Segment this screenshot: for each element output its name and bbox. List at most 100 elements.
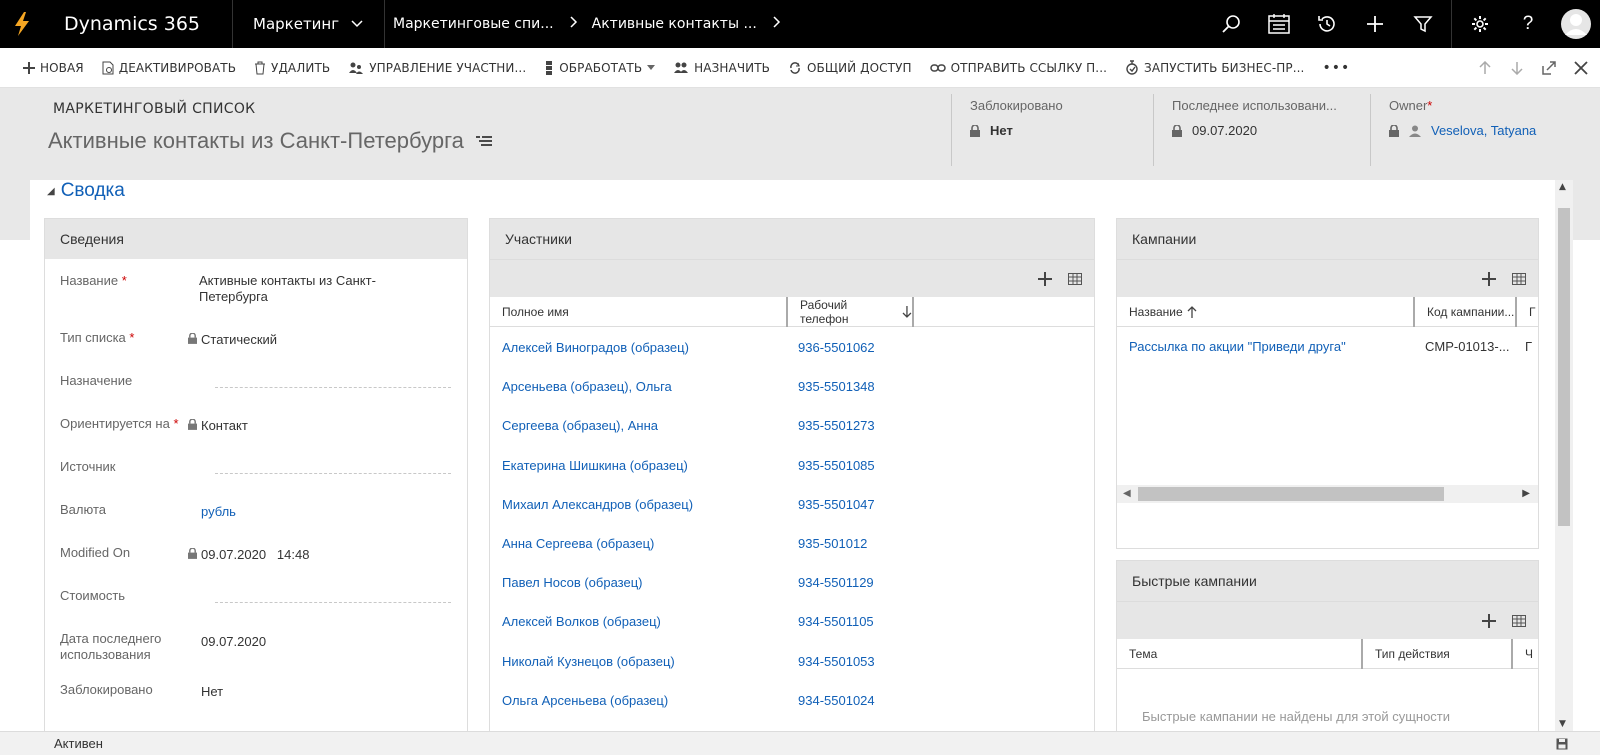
- quick-create-plus-icon[interactable]: [1351, 0, 1399, 48]
- column-subject[interactable]: Тема: [1117, 638, 1363, 669]
- form-selector-menu-icon[interactable]: [475, 135, 492, 147]
- scroll-right-arrow-icon[interactable]: ▶: [1522, 488, 1530, 499]
- manage-members-button[interactable]: УПРАВЛЕНИЕ УЧАСТНИ...: [339, 48, 535, 88]
- scroll-down-arrow-icon[interactable]: ▼: [1559, 719, 1566, 729]
- field-purpose[interactable]: Назначение: [45, 373, 467, 416]
- member-name-link[interactable]: Арсеньева (образец), Ольга: [490, 379, 786, 394]
- table-row[interactable]: Алексей Виноградов (образец) 936-5501062: [490, 328, 1094, 367]
- module-selector[interactable]: Маркетинг: [233, 0, 385, 48]
- next-record-down-icon[interactable]: [1502, 48, 1532, 88]
- recent-history-icon[interactable]: [1303, 0, 1351, 48]
- new-button[interactable]: НОВАЯ: [14, 48, 93, 88]
- advanced-find-filter-icon[interactable]: [1399, 0, 1447, 48]
- member-phone-link[interactable]: 935-5501085: [786, 458, 875, 473]
- currency-link[interactable]: рубль: [199, 502, 236, 545]
- cost-input[interactable]: [215, 602, 451, 603]
- member-name-link[interactable]: Михаил Александров (образец): [490, 497, 786, 512]
- member-phone-link[interactable]: 935-5501273: [786, 418, 875, 433]
- name-value[interactable]: Активные контакты из Санкт-Петербурга: [199, 273, 409, 330]
- previous-record-up-icon[interactable]: [1470, 48, 1500, 88]
- settings-gear-icon[interactable]: [1456, 0, 1504, 48]
- member-phone-link[interactable]: 934-5501024: [786, 693, 875, 708]
- app-name[interactable]: Dynamics 365: [44, 0, 233, 48]
- table-row[interactable]: Ольга Арсеньева (образец) 934-5501024: [490, 681, 1094, 720]
- field-cost[interactable]: Стоимость: [45, 588, 467, 631]
- scroll-left-arrow-icon[interactable]: ◀: [1123, 488, 1131, 499]
- member-name-link[interactable]: Анна Сергеева (образец): [490, 536, 786, 551]
- field-last-used[interactable]: Дата последнего использования 09.07.2020: [45, 631, 467, 682]
- table-row[interactable]: Арсеньева (образец), Ольга 935-5501348: [490, 367, 1094, 406]
- horizontal-scroll-thumb[interactable]: [1138, 487, 1444, 501]
- save-icon[interactable]: [1556, 738, 1568, 750]
- member-phone-link[interactable]: 935-501012: [786, 536, 867, 551]
- owner-link[interactable]: Veselova, Tatyana: [1431, 123, 1536, 138]
- deactivate-button[interactable]: ДЕАКТИВИРОВАТЬ: [93, 48, 245, 88]
- column-campaign-code[interactable]: Код кампании...: [1415, 296, 1517, 327]
- run-workflow-button[interactable]: ЗАПУСТИТЬ БИЗНЕС-ПР...: [1116, 48, 1313, 88]
- table-row[interactable]: Сергеева (образец), Анна 935-5501273: [490, 406, 1094, 445]
- column-full-name[interactable]: Полное имя: [490, 296, 788, 327]
- column-campaign-name[interactable]: Название: [1117, 296, 1415, 327]
- member-phone-link[interactable]: 935-5501348: [786, 379, 875, 394]
- add-quick-campaign-plus-icon[interactable]: [1482, 613, 1496, 628]
- calendar-tasks-icon[interactable]: [1255, 0, 1303, 48]
- member-phone-link[interactable]: 934-5501053: [786, 654, 875, 669]
- open-grid-icon[interactable]: [1512, 614, 1526, 627]
- vertical-scroll-thumb[interactable]: [1558, 208, 1570, 526]
- member-name-link[interactable]: Николай Кузнецов (образец): [490, 654, 786, 669]
- purpose-input[interactable]: [215, 387, 451, 388]
- search-icon[interactable]: [1207, 0, 1255, 48]
- member-name-link[interactable]: Алексей Виноградов (образец): [490, 340, 786, 355]
- form-vertical-scrollbar[interactable]: ▲ ▼: [1555, 180, 1573, 731]
- campaign-name-link[interactable]: Рассылка по акции "Приведи друга": [1117, 339, 1417, 354]
- pop-out-icon[interactable]: [1534, 48, 1564, 88]
- column-quick-extra[interactable]: Ч: [1513, 639, 1533, 669]
- scroll-up-arrow-icon[interactable]: ▲: [1559, 182, 1566, 192]
- field-source[interactable]: Источник: [45, 459, 467, 502]
- field-target[interactable]: Ориентируется на * Контакт: [45, 416, 467, 459]
- more-commands-button[interactable]: •••: [1313, 48, 1359, 88]
- dynamics-logo-icon[interactable]: [0, 0, 44, 48]
- member-phone-link[interactable]: 936-5501062: [786, 340, 875, 355]
- table-row[interactable]: Павел Носов (образец) 934-5501129: [490, 563, 1094, 602]
- add-campaign-plus-icon[interactable]: [1482, 271, 1496, 286]
- field-list-type[interactable]: Тип списка * Статический: [45, 330, 467, 373]
- member-name-link[interactable]: Сергеева (образец), Анна: [490, 418, 786, 433]
- add-member-plus-icon[interactable]: [1038, 271, 1052, 286]
- source-input[interactable]: [215, 473, 451, 474]
- field-name[interactable]: Название * Активные контакты из Санкт-Пе…: [45, 273, 467, 330]
- member-name-link[interactable]: Ольга Арсеньева (образец): [490, 693, 786, 708]
- column-work-phone[interactable]: Рабочий телефон: [788, 296, 914, 327]
- member-name-link[interactable]: Екатерина Шишкина (образец): [490, 458, 786, 473]
- column-activity-type[interactable]: Тип действия: [1363, 638, 1513, 669]
- close-icon[interactable]: [1566, 48, 1596, 88]
- column-campaign-extra[interactable]: Г: [1517, 297, 1537, 327]
- member-phone-link[interactable]: 935-5501047: [786, 497, 875, 512]
- breadcrumb-current-record[interactable]: Активные контакты ...: [592, 16, 767, 32]
- delete-button[interactable]: УДАЛИТЬ: [245, 48, 339, 88]
- field-currency[interactable]: Валюта рубль: [45, 502, 467, 545]
- user-avatar[interactable]: [1552, 0, 1600, 48]
- email-link-button[interactable]: ОТПРАВИТЬ ССЫЛКУ П...: [921, 48, 1116, 88]
- help-question-icon[interactable]: ?: [1504, 0, 1552, 48]
- process-dropdown-button[interactable]: ОБРАБОТАТЬ: [535, 48, 664, 88]
- member-phone-link[interactable]: 934-5501129: [786, 575, 874, 590]
- breadcrumb-marketing-lists[interactable]: Маркетинговые спи...: [393, 16, 564, 32]
- table-row[interactable]: Анна Сергеева (образец) 935-501012: [490, 524, 1094, 563]
- section-summary-header[interactable]: ◢ Сводка: [47, 180, 125, 202]
- share-button[interactable]: ОБЩИЙ ДОСТУП: [779, 48, 921, 88]
- campaigns-horizontal-scrollbar[interactable]: ◀ ▶: [1117, 485, 1538, 503]
- table-row[interactable]: Рассылка по акции "Приведи друга" CMP-01…: [1117, 327, 1538, 366]
- table-row[interactable]: Михаил Александров (образец) 935-5501047: [490, 485, 1094, 524]
- assign-button[interactable]: НАЗНАЧИТЬ: [664, 48, 779, 88]
- table-row[interactable]: Екатерина Шишкина (образец) 935-5501085: [490, 446, 1094, 485]
- chevron-right-icon[interactable]: [767, 16, 795, 32]
- open-grid-icon[interactable]: [1068, 272, 1082, 285]
- member-name-link[interactable]: Алексей Волков (образец): [490, 614, 786, 629]
- member-phone-link[interactable]: 934-5501105: [786, 614, 874, 629]
- field-locked[interactable]: Заблокировано Нет: [45, 682, 467, 722]
- open-grid-icon[interactable]: [1512, 272, 1526, 285]
- member-name-link[interactable]: Павел Носов (образец): [490, 575, 786, 590]
- table-row[interactable]: Николай Кузнецов (образец) 934-5501053: [490, 642, 1094, 681]
- table-row[interactable]: Алексей Волков (образец) 934-5501105: [490, 602, 1094, 641]
